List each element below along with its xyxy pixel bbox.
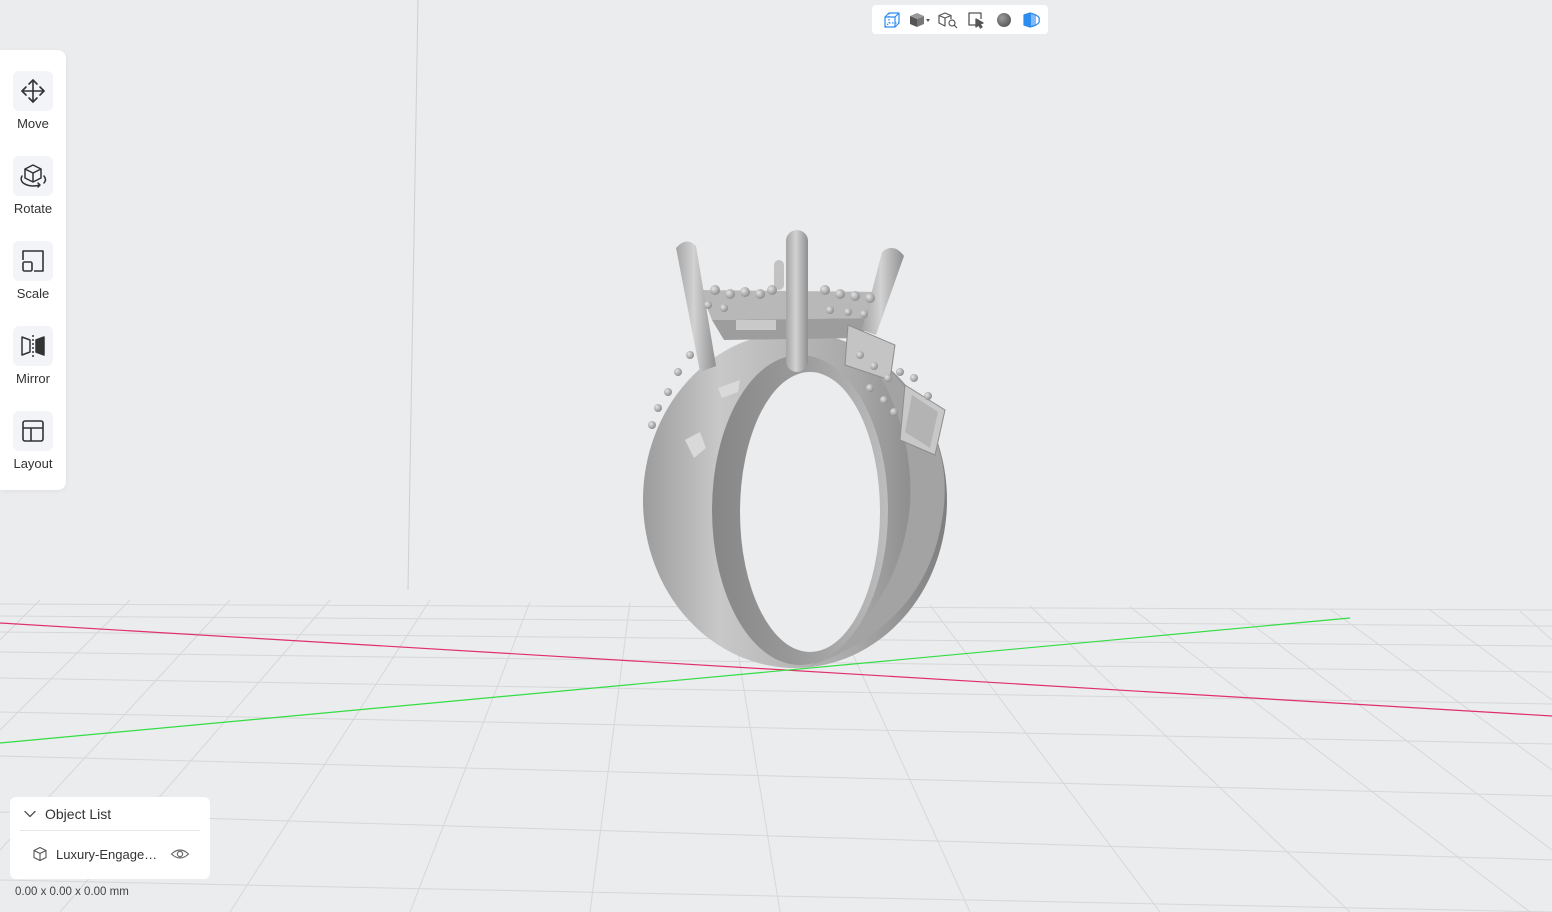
rotate-tool-button[interactable]: Rotate bbox=[0, 156, 66, 236]
object-list-panel: Object List Luxury-Engagement-Ring bbox=[10, 797, 210, 879]
object-list-divider bbox=[20, 830, 200, 831]
scale-tool-button[interactable]: Scale bbox=[0, 241, 66, 321]
model-dimensions: 0.00 x 0.00 x 0.00 mm bbox=[15, 886, 129, 898]
scale-icon bbox=[13, 241, 53, 281]
mirror-label: Mirror bbox=[16, 371, 50, 386]
3d-viewport[interactable] bbox=[0, 0, 1552, 912]
select-cursor-icon bbox=[968, 11, 984, 29]
3d-scene[interactable] bbox=[0, 0, 1552, 912]
wireframe-view-button[interactable] bbox=[878, 5, 906, 34]
view-mode-dropdown-button[interactable] bbox=[906, 5, 934, 34]
sphere-shading-icon bbox=[997, 12, 1011, 27]
rotate-cube-icon bbox=[13, 156, 53, 196]
ring-model[interactable] bbox=[643, 230, 947, 668]
shading-mode-button[interactable] bbox=[990, 5, 1018, 34]
object-list-header[interactable]: Object List bbox=[10, 797, 210, 831]
wireframe-cube-icon bbox=[884, 11, 900, 28]
move-arrows-icon bbox=[13, 71, 53, 111]
layout-label: Layout bbox=[13, 456, 53, 471]
object-name: Luxury-Engagement-Ring bbox=[56, 846, 160, 862]
slice-preview-icon bbox=[1023, 11, 1040, 28]
slice-preview-button[interactable] bbox=[1018, 5, 1046, 34]
mirror-icon bbox=[13, 326, 53, 366]
scale-label: Scale bbox=[16, 286, 50, 301]
solid-cube-dropdown-icon bbox=[910, 12, 930, 27]
move-tool-button[interactable]: Move bbox=[0, 71, 66, 151]
rotate-label: Rotate bbox=[13, 201, 53, 216]
build-volume-edge bbox=[407, 0, 419, 591]
y-axis-line bbox=[0, 617, 1351, 744]
eye-visibility-icon[interactable] bbox=[170, 847, 190, 861]
chevron-down-icon bbox=[24, 810, 36, 818]
select-mode-button[interactable] bbox=[962, 5, 990, 34]
object-list-title: Object List bbox=[45, 806, 112, 822]
layout-tool-button[interactable]: Layout bbox=[0, 411, 66, 491]
cube-outline-icon bbox=[33, 846, 47, 862]
view-toolbar bbox=[872, 5, 1048, 34]
mirror-tool-button[interactable]: Mirror bbox=[0, 326, 66, 406]
move-label: Move bbox=[17, 116, 49, 131]
transform-tool-panel: Move Rotate Scale Mirror Layout bbox=[0, 50, 66, 490]
layout-icon bbox=[13, 411, 53, 451]
zoom-to-fit-button[interactable] bbox=[934, 5, 962, 34]
object-list-item[interactable]: Luxury-Engagement-Ring bbox=[10, 837, 210, 871]
cube-search-icon bbox=[938, 11, 958, 28]
